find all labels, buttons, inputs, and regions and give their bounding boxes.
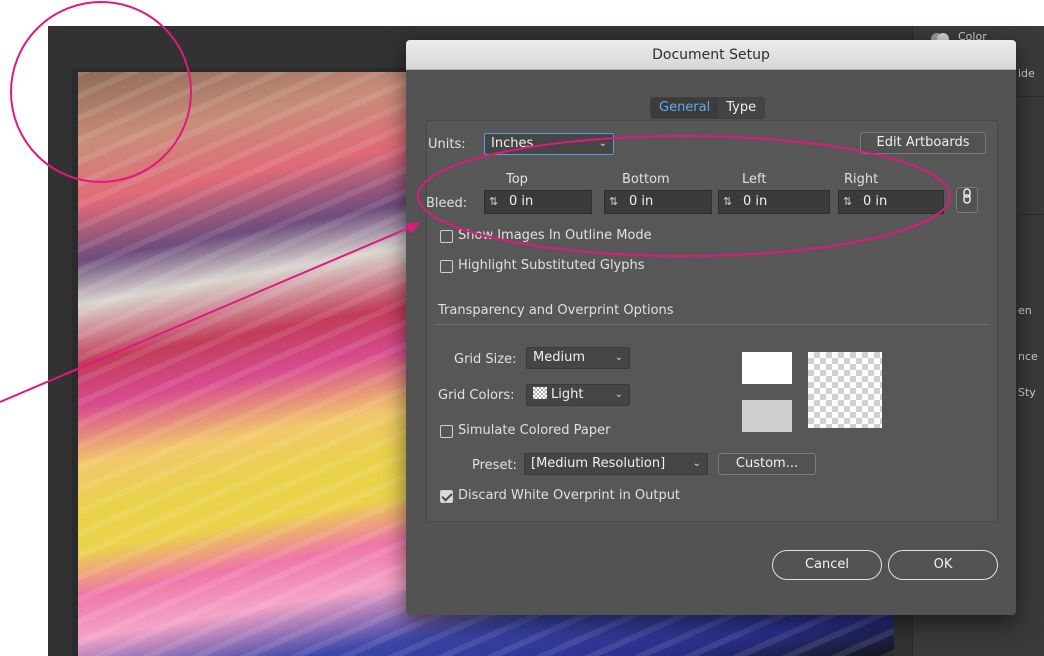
simulate-paper-checkbox[interactable] bbox=[440, 425, 453, 438]
bleed-header-right: Right bbox=[844, 172, 879, 187]
checker-swatch-icon bbox=[533, 387, 547, 399]
tab-general[interactable]: General bbox=[651, 98, 719, 118]
grid-size-select[interactable]: Medium ⌄ bbox=[526, 347, 630, 369]
units-label: Units: bbox=[428, 137, 466, 152]
discard-white-overprint-checkbox[interactable] bbox=[440, 490, 453, 503]
grid-colors-label: Grid Colors: bbox=[438, 388, 515, 403]
section-divider bbox=[434, 324, 990, 325]
grid-color-swatch-dark[interactable] bbox=[742, 400, 792, 432]
link-bleed-button[interactable] bbox=[956, 187, 978, 213]
dialog-title: Document Setup bbox=[406, 40, 1016, 70]
grid-colors-select[interactable]: Light ⌄ bbox=[526, 384, 630, 406]
stepper-icon[interactable]: ⇅ bbox=[723, 191, 732, 213]
units-select[interactable]: Inches ⌄ bbox=[484, 133, 614, 155]
panel-fragment-2: en bbox=[1018, 304, 1032, 317]
bleed-header-left: Left bbox=[742, 172, 767, 187]
discard-white-overprint-label: Discard White Overprint in Output bbox=[458, 488, 681, 503]
chevron-down-icon: ⌄ bbox=[614, 389, 623, 400]
preset-label: Preset: bbox=[472, 458, 517, 473]
panel-fragment-1: ide bbox=[1018, 67, 1035, 80]
stepper-icon[interactable]: ⇅ bbox=[489, 191, 498, 213]
bleed-right-field[interactable]: ⇅ 0 in bbox=[838, 190, 944, 214]
transparency-grid-preview bbox=[808, 352, 882, 428]
panel-fragment-4: Sty bbox=[1018, 386, 1036, 399]
bleed-top-field[interactable]: ⇅ 0 in bbox=[484, 190, 592, 214]
document-setup-dialog: Document Setup General Type Units: Inche… bbox=[406, 40, 1016, 615]
bleed-header-bottom: Bottom bbox=[622, 172, 670, 187]
show-images-outline-label: Show Images In Outline Mode bbox=[458, 228, 652, 243]
grid-color-swatch-light[interactable] bbox=[742, 352, 792, 384]
highlight-glyphs-checkbox[interactable] bbox=[440, 260, 453, 273]
chevron-down-icon: ⌄ bbox=[692, 458, 701, 469]
chevron-down-icon: ⌄ bbox=[614, 352, 623, 363]
ok-button[interactable]: OK bbox=[888, 550, 998, 580]
bleed-bottom-field[interactable]: ⇅ 0 in bbox=[604, 190, 712, 214]
edit-artboards-button[interactable]: Edit Artboards bbox=[860, 132, 986, 154]
stepper-icon[interactable]: ⇅ bbox=[609, 191, 618, 213]
panel-divider bbox=[1018, 214, 1044, 215]
units-value: Inches bbox=[491, 136, 534, 151]
preset-select[interactable]: [Medium Resolution] ⌄ bbox=[524, 453, 708, 475]
bleed-header-top: Top bbox=[506, 172, 528, 187]
panel-divider bbox=[1018, 96, 1044, 97]
cancel-button[interactable]: Cancel bbox=[772, 550, 882, 580]
panel-fragment-3: nce bbox=[1018, 350, 1038, 363]
transparency-section-title: Transparency and Overprint Options bbox=[438, 303, 674, 318]
show-images-outline-checkbox[interactable] bbox=[440, 230, 453, 243]
stepper-icon[interactable]: ⇅ bbox=[843, 191, 852, 213]
bleed-left-field[interactable]: ⇅ 0 in bbox=[718, 190, 830, 214]
highlight-glyphs-label: Highlight Substituted Glyphs bbox=[458, 258, 645, 273]
grid-size-label: Grid Size: bbox=[454, 352, 517, 367]
tab-type[interactable]: Type bbox=[718, 98, 764, 118]
custom-button[interactable]: Custom... bbox=[718, 453, 816, 475]
chevron-down-icon: ⌄ bbox=[598, 138, 607, 149]
tab-bar: General Type bbox=[650, 97, 766, 119]
bleed-label: Bleed: bbox=[426, 196, 468, 211]
chain-link-icon bbox=[962, 188, 972, 208]
simulate-paper-label: Simulate Colored Paper bbox=[458, 423, 611, 438]
